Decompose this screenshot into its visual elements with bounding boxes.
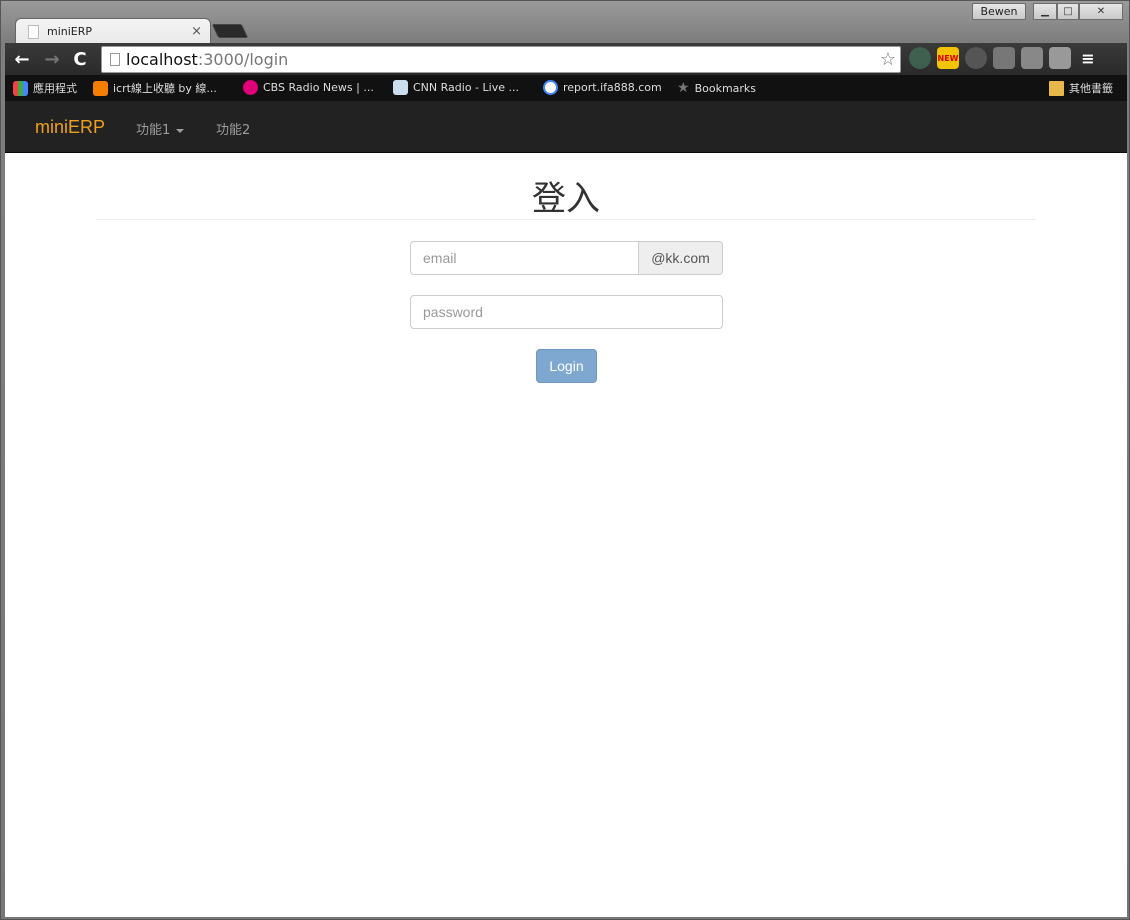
google-icon bbox=[543, 80, 558, 95]
password-field[interactable] bbox=[410, 295, 723, 329]
copy-extension-icon[interactable] bbox=[1021, 47, 1043, 69]
new-badge-extension-icon[interactable]: NEW bbox=[937, 47, 959, 69]
blogger-icon bbox=[93, 80, 108, 96]
bookmark-icrt[interactable]: icrt線上收聽 by 線... bbox=[93, 80, 217, 96]
email-domain-addon: @kk.com bbox=[639, 241, 723, 275]
grid-extension-icon[interactable] bbox=[1049, 47, 1071, 69]
url-text: localhost:3000/login bbox=[126, 50, 289, 69]
reload-button[interactable]: C bbox=[67, 46, 93, 72]
page-title: 登入 bbox=[532, 179, 600, 219]
menu-icon[interactable]: ≡ bbox=[1077, 47, 1099, 69]
browser-tab[interactable]: miniERP × bbox=[15, 18, 211, 44]
page-viewport: miniERP 功能1 功能2 登入 @kk.com Login bbox=[5, 101, 1127, 917]
bookmark-apps[interactable]: 應用程式 bbox=[13, 80, 77, 96]
profile-button[interactable]: Bewen bbox=[972, 3, 1026, 20]
app-navbar: miniERP 功能1 功能2 bbox=[5, 101, 1127, 153]
page-icon bbox=[110, 53, 120, 66]
browser-toolbar: ← → C localhost:3000/login ☆ NEW ≡ bbox=[5, 43, 1127, 75]
title-bar: miniERP × Bewen ▁ □ ✕ bbox=[1, 1, 1130, 44]
address-bar[interactable]: localhost:3000/login ☆ bbox=[101, 46, 901, 73]
new-tab-button[interactable] bbox=[211, 24, 249, 38]
bookmark-bookmarks[interactable]: ★ Bookmarks bbox=[677, 80, 756, 96]
bookmark-cbs[interactable]: CBS Radio News | ... bbox=[243, 80, 374, 95]
document-icon bbox=[28, 24, 39, 39]
tab-title: miniERP bbox=[47, 25, 93, 38]
window-controls: ▁ □ ✕ bbox=[1033, 3, 1123, 20]
bookmarks-bar: 應用程式 icrt線上收聽 by 線... CBS Radio News | .… bbox=[5, 75, 1127, 101]
chevron-down-icon bbox=[176, 128, 185, 133]
folder-icon bbox=[1049, 80, 1064, 96]
bookmark-report[interactable]: report.ifa888.com bbox=[543, 80, 662, 95]
divider bbox=[96, 219, 1036, 220]
maximize-button[interactable]: □ bbox=[1057, 3, 1079, 20]
clock-extension-icon[interactable] bbox=[909, 47, 931, 69]
nav-item-2[interactable]: 功能2 bbox=[216, 119, 250, 138]
nav-item-1-label: 功能1 bbox=[136, 123, 171, 138]
browser-window: miniERP × Bewen ▁ □ ✕ ← → C localhost:30… bbox=[0, 0, 1130, 920]
nav-dropdown-1[interactable]: 功能1 bbox=[136, 119, 185, 138]
bookmark-cnn[interactable]: CNN Radio - Live ... bbox=[393, 80, 519, 95]
pocket-extension-icon[interactable] bbox=[965, 47, 987, 69]
brand-link[interactable]: miniERP bbox=[35, 117, 105, 138]
extension-icons: NEW ≡ bbox=[909, 47, 1099, 69]
play-icon bbox=[243, 80, 258, 95]
bookmark-star-icon[interactable]: ☆ bbox=[880, 49, 896, 70]
email-field[interactable] bbox=[410, 241, 639, 275]
star-icon: ★ bbox=[677, 80, 690, 96]
download-extension-icon[interactable] bbox=[993, 47, 1015, 69]
bookmark-other[interactable]: 其他書籤 bbox=[1049, 80, 1113, 96]
forward-button[interactable]: → bbox=[39, 46, 65, 72]
minimize-button[interactable]: ▁ bbox=[1033, 3, 1057, 20]
back-button[interactable]: ← bbox=[9, 46, 35, 72]
cnn-icon bbox=[393, 80, 408, 95]
login-button[interactable]: Login bbox=[536, 349, 597, 383]
close-window-button[interactable]: ✕ bbox=[1079, 3, 1123, 20]
apps-grid-icon bbox=[13, 80, 28, 96]
tab-close-icon[interactable]: × bbox=[191, 24, 202, 39]
email-input-group: @kk.com bbox=[410, 241, 723, 275]
